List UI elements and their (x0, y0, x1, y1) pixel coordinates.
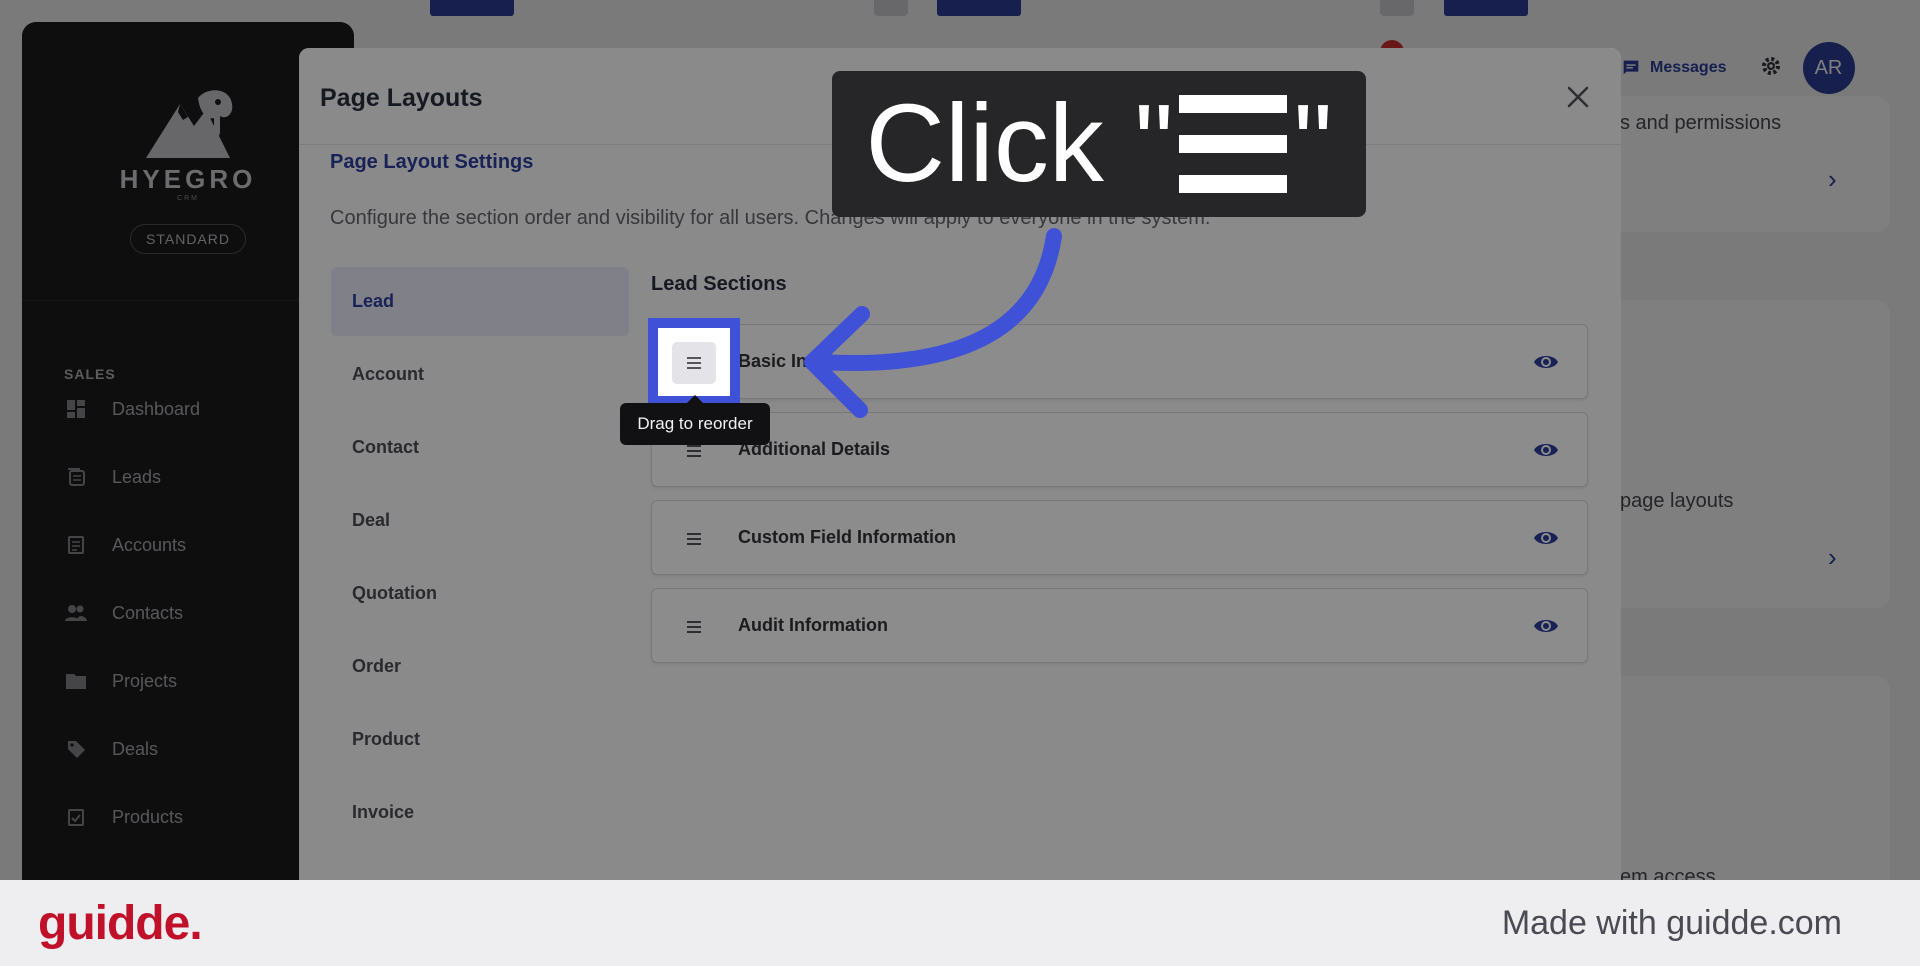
callout-prefix: Click " (865, 82, 1174, 205)
made-with-text[interactable]: Made with guidde.com (1502, 904, 1842, 943)
drag-handle-icon (687, 357, 701, 369)
guidde-logo[interactable]: guidde. (38, 896, 203, 951)
drag-handle-highlighted[interactable] (672, 342, 716, 384)
drag-tooltip: Drag to reorder (620, 395, 770, 445)
callout-suffix: " (1293, 82, 1333, 205)
hamburger-menu-icon (1179, 95, 1288, 193)
target-highlight[interactable] (648, 318, 740, 406)
instruction-callout: Click " " (832, 71, 1366, 217)
footer-bar: guidde. Made with guidde.com (0, 880, 1920, 966)
